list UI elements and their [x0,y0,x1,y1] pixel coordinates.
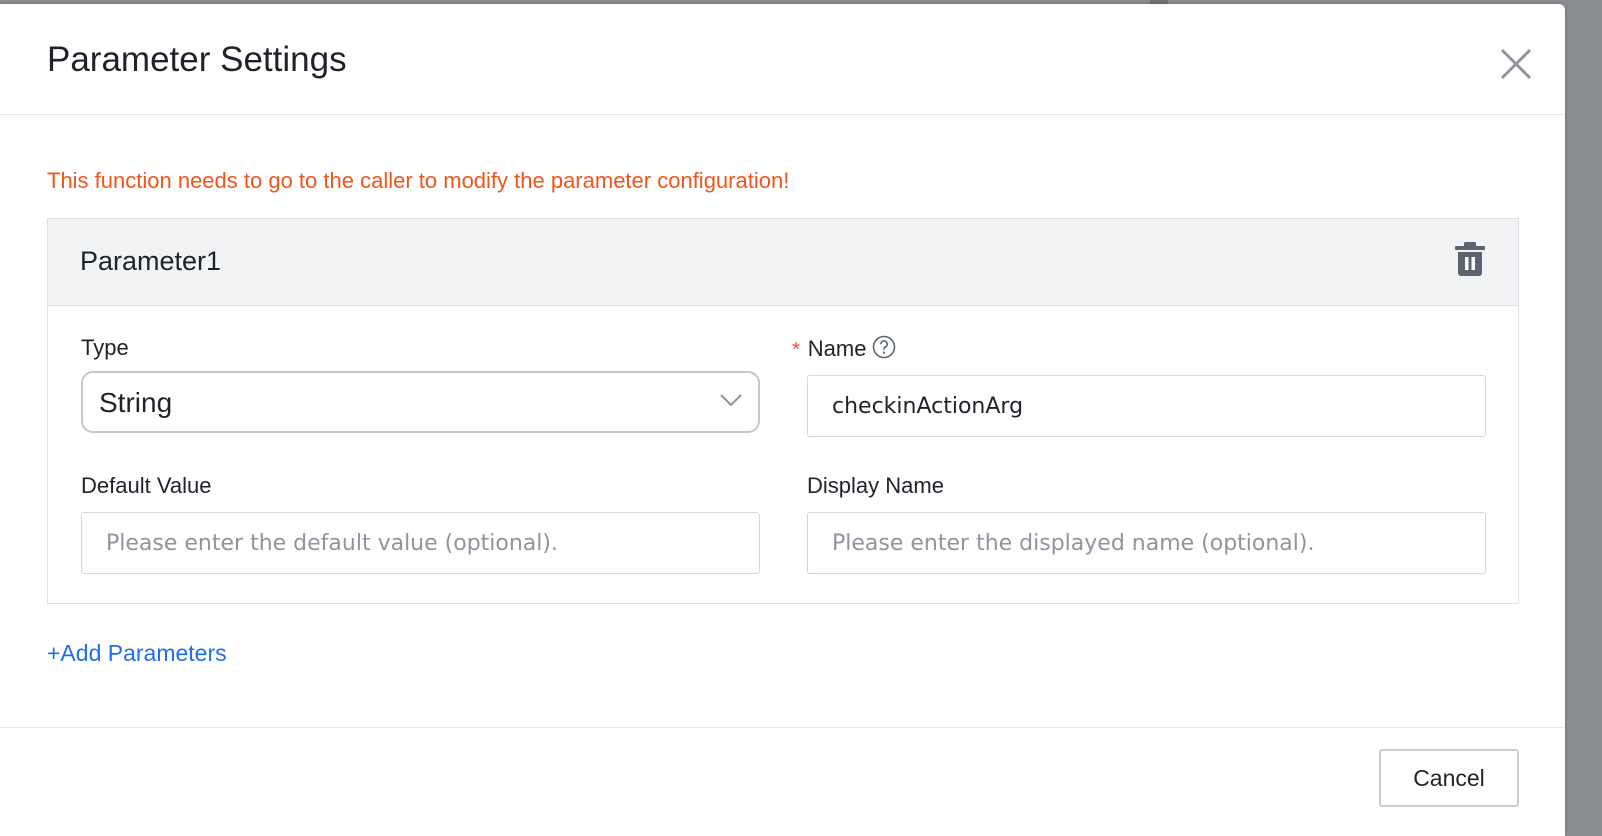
type-select[interactable]: String [81,371,760,433]
default-value-label: Default Value [81,473,212,498]
add-parameters-link[interactable]: +Add Parameters [47,640,227,667]
chevron-down-icon [720,394,742,407]
cancel-button[interactable]: Cancel [1379,749,1519,807]
name-label-text: Name [807,336,867,361]
close-button[interactable] [1498,46,1534,82]
close-icon [1500,48,1532,80]
type-label: Type [81,335,129,360]
display-name-input[interactable] [807,512,1486,574]
dialog-footer: Cancel [0,727,1565,836]
question-circle-icon[interactable] [872,335,896,365]
trash-icon [1455,242,1485,276]
display-name-label: Display Name [807,473,944,498]
type-select-value: String [99,387,173,418]
required-mark: * [792,339,800,361]
parameter-title: Parameter1 [80,246,222,276]
dialog-header: Parameter Settings [0,4,1565,115]
parameter-settings-dialog: Parameter Settings This function needs t… [0,4,1565,836]
default-value-input[interactable] [81,512,760,574]
parameter-card-header: Parameter1 [48,219,1518,306]
name-label: * Name [792,335,896,365]
delete-parameter-button[interactable] [1454,241,1486,277]
name-input[interactable] [807,375,1486,437]
parameter-card: Parameter1 Type String * Name checkinAct… [47,218,1519,604]
warning-message: This function needs to go to the caller … [47,168,790,193]
dialog-title: Parameter Settings [47,40,347,79]
